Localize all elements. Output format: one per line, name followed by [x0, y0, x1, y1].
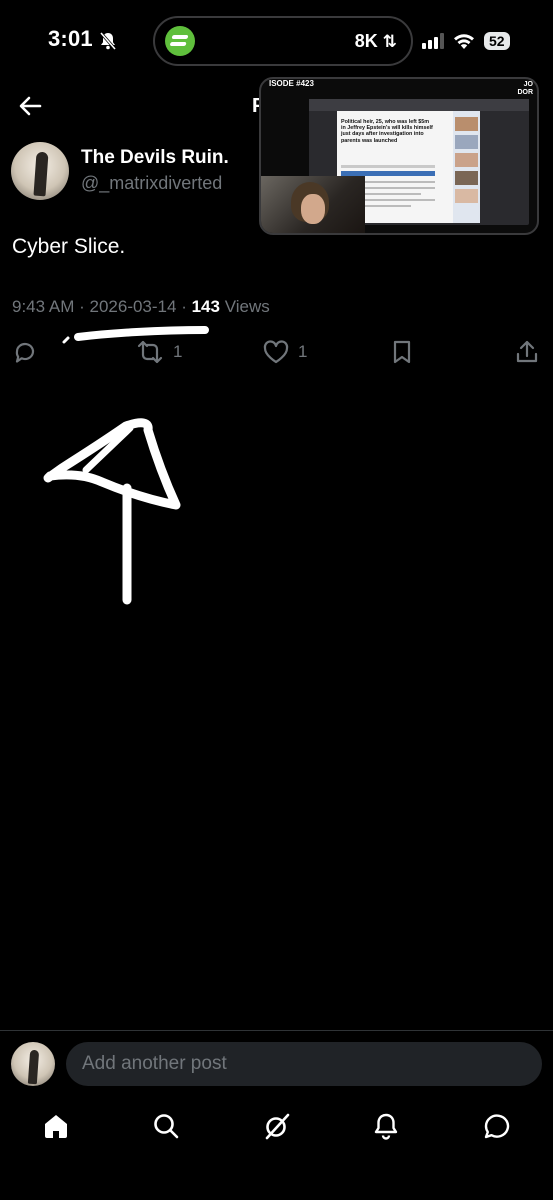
cellular-signal-icon — [422, 33, 444, 49]
status-time: 3:01 — [48, 26, 93, 51]
messages-icon — [484, 1114, 510, 1139]
app-logo-icon — [165, 26, 195, 56]
post-time: 9:43 AM — [12, 297, 75, 316]
share-icon — [516, 340, 538, 363]
repost-button[interactable]: 1 — [135, 338, 182, 366]
network-activity: 8K ⇅ — [354, 31, 397, 51]
post-date: 2026-03-14 — [89, 297, 177, 316]
user-avatar[interactable] — [11, 1042, 55, 1086]
reply-button[interactable] — [12, 338, 38, 366]
author-avatar[interactable] — [11, 142, 69, 200]
share-button[interactable] — [514, 338, 540, 366]
search-icon — [154, 1114, 179, 1139]
views-label[interactable]: Views — [225, 297, 270, 316]
reply-input[interactable] — [66, 1042, 542, 1086]
tab-home[interactable] — [38, 1108, 74, 1144]
repost-count: 1 — [173, 342, 183, 361]
tab-grok[interactable] — [259, 1108, 295, 1144]
pip-sidebar — [453, 111, 480, 223]
author-handle[interactable]: @_matrixdiverted — [81, 173, 222, 194]
like-button[interactable]: 1 — [262, 338, 307, 366]
bookmark-button[interactable] — [390, 338, 414, 366]
pip-episode-label: ISODE #423 — [269, 79, 314, 88]
post-meta: 9:43 AM · 2026-03-14 · 143 Views — [12, 297, 270, 316]
reply-icon — [15, 342, 35, 363]
grok-icon — [265, 1113, 290, 1140]
author-name[interactable]: The Devils Ruin. — [81, 147, 229, 169]
tab-messages[interactable] — [479, 1108, 515, 1144]
bookmark-icon — [393, 340, 411, 364]
views-count: 143 — [191, 297, 220, 316]
pip-browser-bar — [309, 99, 529, 111]
pip-webcam — [261, 176, 365, 233]
back-arrow-icon[interactable] — [16, 92, 44, 120]
like-icon — [263, 340, 289, 364]
like-count: 1 — [298, 342, 308, 361]
tab-search[interactable] — [148, 1108, 184, 1144]
tab-notifications[interactable] — [368, 1108, 404, 1144]
battery-indicator: 52 — [484, 32, 510, 50]
status-right: 52 — [422, 30, 510, 52]
post-text: Cyber Slice. — [12, 235, 126, 258]
dynamic-island[interactable]: 8K ⇅ — [153, 16, 413, 66]
notifications-icon — [374, 1113, 398, 1140]
home-icon — [45, 1115, 67, 1138]
bottom-divider — [0, 1030, 553, 1031]
repost-icon — [137, 340, 163, 364]
pip-headline: Political heir, 25, who was left $5m in … — [341, 119, 433, 144]
pip-corner-logo: JO DOR — [517, 81, 533, 96]
silent-bell-icon — [99, 32, 117, 50]
wifi-icon — [454, 34, 474, 49]
pip-video-player[interactable]: ISODE #423 JO DOR Political heir, 25, wh… — [259, 77, 539, 235]
